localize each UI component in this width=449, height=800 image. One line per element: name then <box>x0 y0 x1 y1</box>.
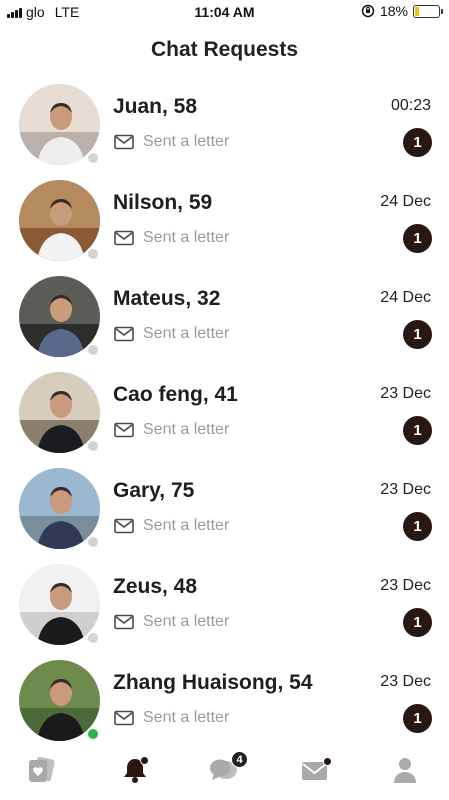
envelope-icon <box>114 710 134 726</box>
battery-fill <box>415 6 420 16</box>
chat-request-row[interactable]: Mateus, 32 24 Dec Sent a letter 1 <box>0 270 449 366</box>
chat-request-row[interactable]: Cao feng, 41 23 Dec Sent a letter 1 <box>0 366 449 462</box>
request-date: 23 Dec <box>380 385 431 402</box>
unread-count-badge: 1 <box>403 320 432 349</box>
preview-text: Sent a letter <box>143 517 230 534</box>
unread-count-badge: 1 <box>403 704 432 733</box>
page-title: Chat Requests <box>150 38 299 61</box>
rotation-lock-icon <box>361 4 375 18</box>
nav-mail-button[interactable] <box>299 754 332 786</box>
cards-heart-icon <box>29 756 55 782</box>
network-type: LTE <box>54 4 80 20</box>
chat-request-row[interactable]: Zhang Huaisong, 54 23 Dec Sent a letter … <box>0 654 449 750</box>
battery-icon <box>413 4 443 18</box>
carrier-name: glo <box>26 4 45 20</box>
request-date: 24 Dec <box>380 289 431 306</box>
unread-count-badge: 1 <box>403 224 432 253</box>
chat-request-row[interactable]: Juan, 58 00:23 Sent a letter 1 <box>0 78 449 174</box>
chats-count-badge: 4 <box>231 751 248 768</box>
battery-percent: 18% <box>379 3 408 19</box>
mail-dot <box>323 757 332 766</box>
unread-count-badge: 1 <box>403 608 432 637</box>
preview-text: Sent a letter <box>143 421 230 438</box>
signal-icon <box>7 7 22 18</box>
notification-dot <box>140 756 149 765</box>
presence-indicator <box>86 343 100 357</box>
message-preview: Sent a letter <box>114 517 229 535</box>
envelope-icon <box>114 422 134 438</box>
preview-text: Sent a letter <box>143 709 230 726</box>
preview-text: Sent a letter <box>143 325 230 342</box>
presence-indicator <box>86 727 100 741</box>
chat-request-list: Juan, 58 00:23 Sent a letter 1 Nilson, 5… <box>0 78 449 750</box>
envelope-icon <box>114 326 134 342</box>
presence-indicator <box>86 631 100 645</box>
contact-name: Zeus, 48 <box>113 575 198 598</box>
chat-request-row[interactable]: Zeus, 48 23 Dec Sent a letter 1 <box>0 558 449 654</box>
envelope-icon <box>114 230 134 246</box>
envelope-icon <box>114 518 134 534</box>
unread-count-badge: 1 <box>403 512 432 541</box>
preview-text: Sent a letter <box>143 133 230 150</box>
unread-count-badge: 1 <box>403 416 432 445</box>
contact-name: Gary, 75 <box>113 479 195 502</box>
presence-indicator <box>86 247 100 261</box>
presence-indicator <box>86 439 100 453</box>
unread-count-badge: 1 <box>403 128 432 157</box>
message-preview: Sent a letter <box>114 325 229 343</box>
envelope-icon <box>114 134 134 150</box>
presence-indicator <box>86 535 100 549</box>
contact-name: Juan, 58 <box>113 95 198 118</box>
bottom-nav: 4 <box>0 744 449 800</box>
presence-indicator <box>86 151 100 165</box>
message-preview: Sent a letter <box>114 133 229 151</box>
message-preview: Sent a letter <box>114 229 229 247</box>
message-preview: Sent a letter <box>114 613 229 631</box>
message-preview: Sent a letter <box>114 421 229 439</box>
contact-name: Cao feng, 41 <box>113 383 238 406</box>
status-bar: glo LTE 11:04 AM 18% <box>0 0 449 24</box>
envelope-icon <box>114 614 134 630</box>
preview-text: Sent a letter <box>143 613 230 630</box>
status-left: glo LTE <box>7 4 79 20</box>
profile-icon <box>394 758 416 783</box>
nav-notifications-button[interactable] <box>119 754 151 786</box>
request-date: 00:23 <box>390 97 431 114</box>
chat-request-row[interactable]: Gary, 75 23 Dec Sent a letter 1 <box>0 462 449 558</box>
request-date: 23 Dec <box>380 673 431 690</box>
message-preview: Sent a letter <box>114 709 229 727</box>
nav-profile-button[interactable] <box>389 754 421 786</box>
status-right: 18% <box>361 3 443 19</box>
request-date: 23 Dec <box>380 577 431 594</box>
request-date: 23 Dec <box>380 481 431 498</box>
contact-name: Zhang Huaisong, 54 <box>113 671 313 694</box>
request-date: 24 Dec <box>380 193 431 210</box>
nav-chats-button[interactable]: 4 <box>208 751 248 786</box>
nav-cards-button[interactable] <box>25 754 57 786</box>
preview-text: Sent a letter <box>143 229 230 246</box>
contact-name: Mateus, 32 <box>113 287 221 310</box>
chat-request-row[interactable]: Nilson, 59 24 Dec Sent a letter 1 <box>0 174 449 270</box>
contact-name: Nilson, 59 <box>113 191 213 214</box>
